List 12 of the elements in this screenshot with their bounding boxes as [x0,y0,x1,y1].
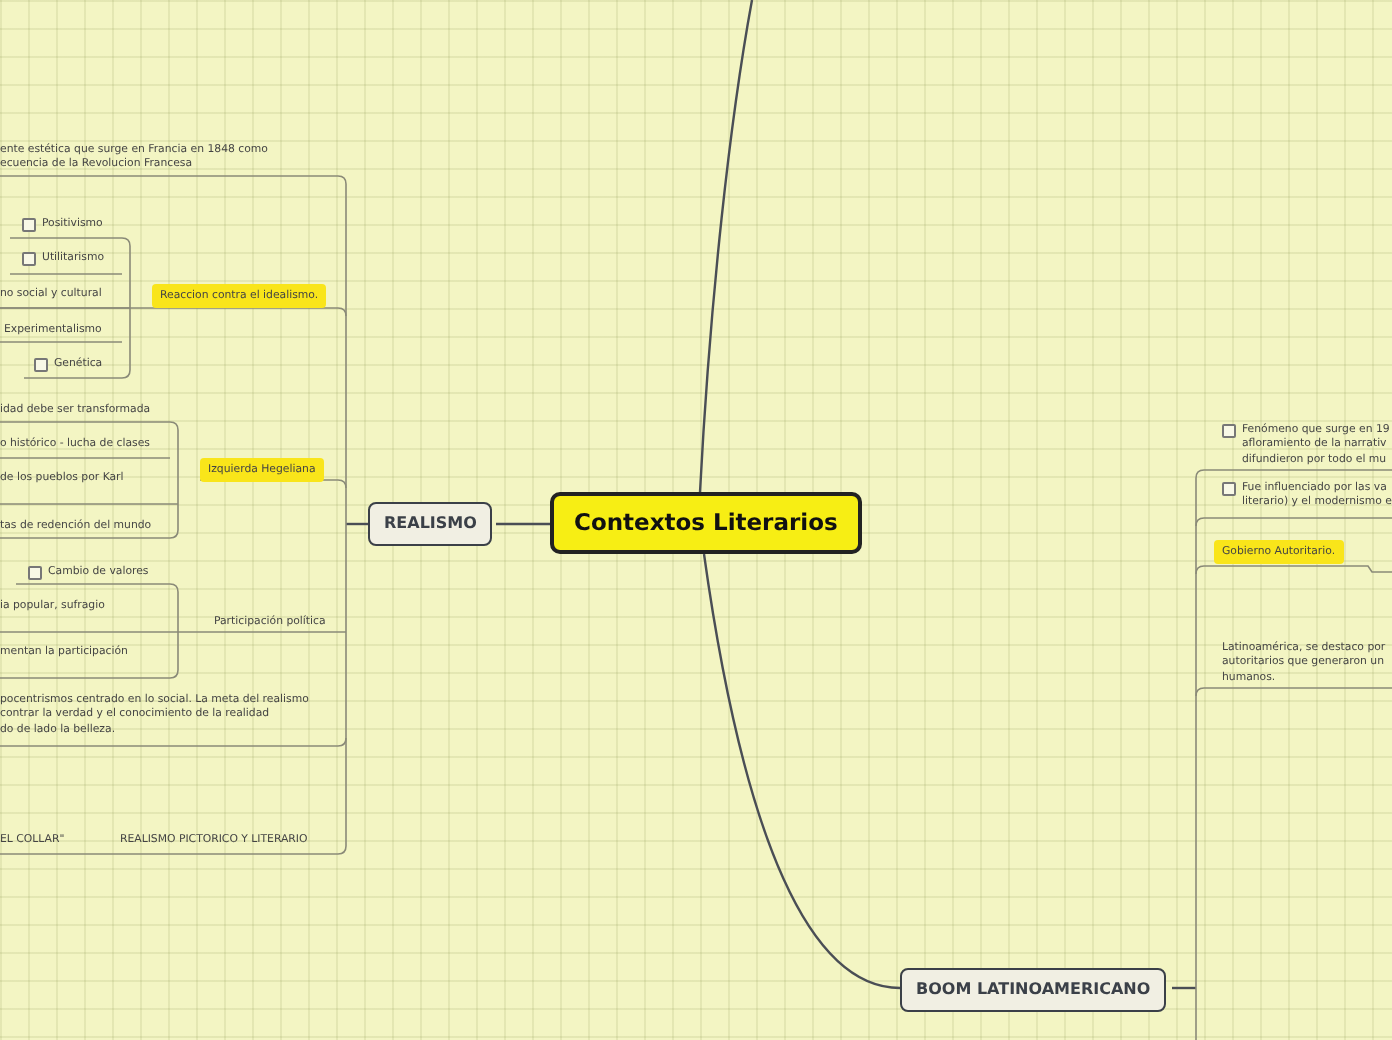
checkbox[interactable] [34,358,48,372]
checkbox[interactable] [22,252,36,266]
branch-node[interactable]: REALISMO [368,502,493,546]
connector-line [346,522,368,526]
connector-line [496,522,550,526]
connector-line [1172,986,1196,990]
central-topic-node[interactable]: Contextos Literarios [550,492,862,555]
branch-node[interactable]: BOOM LATINOAMERICANO [900,968,1167,1012]
checkbox[interactable] [22,218,36,232]
checkbox[interactable] [1222,482,1236,496]
checkbox[interactable] [1222,424,1236,438]
checkbox[interactable] [28,566,42,580]
